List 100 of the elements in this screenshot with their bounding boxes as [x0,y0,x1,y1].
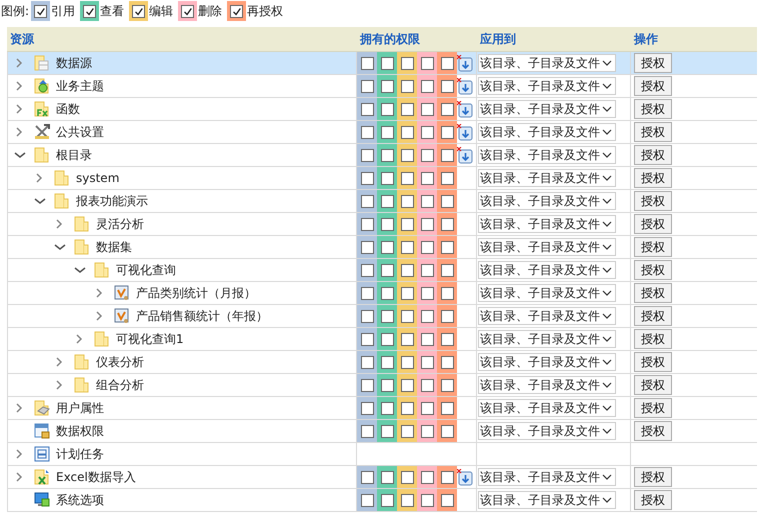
checkbox[interactable] [380,102,394,116]
checkbox[interactable] [400,310,414,322]
checkbox[interactable] [400,80,414,92]
checkbox[interactable] [420,356,434,368]
table-row[interactable]: 计划任务 [7,443,757,466]
checkbox[interactable] [380,80,394,92]
checkbox[interactable] [420,264,434,276]
download-icon[interactable] [457,468,474,486]
apply-dropdown[interactable]: 该目录、子目录及文件 [478,123,616,141]
tree-item-label[interactable]: 仪表分析 [96,354,144,370]
authorize-button[interactable]: 授权 [634,260,672,280]
checkbox[interactable] [420,148,434,162]
tree-item-label[interactable]: 用户属性 [56,400,104,416]
checkbox[interactable] [420,494,434,506]
checkbox[interactable] [380,286,394,300]
checkbox[interactable] [420,194,434,208]
checkbox[interactable] [420,80,434,92]
authorize-button[interactable]: 授权 [634,145,672,165]
checkbox[interactable] [400,218,414,230]
checkbox[interactable] [400,240,414,254]
checkbox[interactable] [400,148,414,162]
authorize-button[interactable]: 授权 [634,214,672,234]
checkbox[interactable] [400,402,414,414]
authorize-button[interactable]: 授权 [634,191,672,211]
checkbox[interactable] [400,494,414,506]
tree-item-label[interactable]: 组合分析 [96,376,144,394]
table-row[interactable]: 报表功能演示 该目录、子目录及文件 授权 [7,190,757,213]
checkbox[interactable] [440,310,454,322]
checkbox[interactable] [420,286,434,300]
checkbox[interactable] [440,56,454,70]
checkbox[interactable] [440,194,454,208]
checkbox[interactable] [400,194,414,208]
checkbox[interactable] [440,494,454,506]
table-row[interactable]: 仪表分析 该目录、子目录及文件 授权 [7,351,757,374]
checkbox[interactable] [420,56,434,70]
checkbox[interactable] [440,378,454,392]
checkbox[interactable] [360,402,374,414]
checkbox[interactable] [360,424,374,438]
authorize-button[interactable]: 授权 [634,76,672,96]
checkbox[interactable] [440,80,454,92]
table-row[interactable]: 函数 该目录、子目录及文件 授权 [7,98,757,121]
checkbox[interactable] [440,240,454,254]
checkbox[interactable] [400,424,414,438]
tree-item-label[interactable]: 公共设置 [56,124,104,140]
checkbox[interactable] [400,264,414,276]
checkbox[interactable] [380,264,394,276]
checkbox[interactable] [360,470,374,484]
apply-dropdown[interactable]: 该目录、子目录及文件 [478,353,616,371]
checkbox[interactable] [380,470,394,484]
checkbox[interactable] [360,126,374,138]
checkbox[interactable] [380,356,394,368]
tree-item-label[interactable]: 业务主题 [56,78,104,94]
checkbox[interactable] [83,4,96,18]
authorize-button[interactable]: 授权 [634,306,672,326]
checkbox[interactable] [420,240,434,254]
apply-dropdown[interactable]: 该目录、子目录及文件 [478,284,616,302]
table-row[interactable]: 产品销售额统计（年报） 该目录、子目录及文件 授权 [7,305,757,328]
checkbox[interactable] [420,402,434,414]
checkbox[interactable] [420,310,434,322]
checkbox[interactable] [380,494,394,506]
checkbox[interactable] [380,310,394,322]
checkbox[interactable] [420,172,434,184]
tree-item-label[interactable]: 可视化查询 [116,262,176,278]
tree-item-label[interactable]: 函数 [56,100,80,118]
table-row[interactable]: 可视化查询 该目录、子目录及文件 授权 [7,259,757,282]
download-icon[interactable] [457,78,474,94]
checkbox[interactable] [400,172,414,184]
checkbox[interactable] [360,80,374,92]
table-row[interactable]: system 该目录、子目录及文件 授权 [7,167,757,190]
apply-dropdown[interactable]: 该目录、子目录及文件 [478,192,616,210]
apply-dropdown[interactable]: 该目录、子目录及文件 [478,307,616,325]
checkbox[interactable] [440,332,454,346]
authorize-button[interactable]: 授权 [634,352,672,372]
checkbox[interactable] [380,194,394,208]
checkbox[interactable] [380,332,394,346]
checkbox[interactable] [380,126,394,138]
checkbox[interactable] [400,126,414,138]
authorize-button[interactable]: 授权 [634,398,672,418]
download-icon[interactable] [457,146,474,164]
download-icon[interactable] [457,124,474,140]
apply-dropdown[interactable]: 该目录、子目录及文件 [478,169,616,187]
authorize-button[interactable]: 授权 [634,421,672,441]
authorize-button[interactable]: 授权 [634,467,672,487]
apply-dropdown[interactable]: 该目录、子目录及文件 [478,376,616,394]
tree-item-label[interactable]: 报表功能演示 [76,192,148,210]
checkbox[interactable] [420,102,434,116]
checkbox[interactable] [440,172,454,184]
checkbox[interactable] [440,470,454,484]
checkbox[interactable] [360,494,374,506]
tree-item-label[interactable]: 计划任务 [56,446,104,462]
apply-dropdown[interactable]: 该目录、子目录及文件 [478,399,616,417]
checkbox[interactable] [440,148,454,162]
checkbox[interactable] [440,356,454,368]
apply-dropdown[interactable]: 该目录、子目录及文件 [478,238,616,256]
table-row[interactable]: 根目录 该目录、子目录及文件 授权 [7,144,757,167]
checkbox[interactable] [400,470,414,484]
authorize-button[interactable]: 授权 [634,490,672,510]
checkbox[interactable] [420,332,434,346]
checkbox[interactable] [360,102,374,116]
checkbox[interactable] [360,56,374,70]
